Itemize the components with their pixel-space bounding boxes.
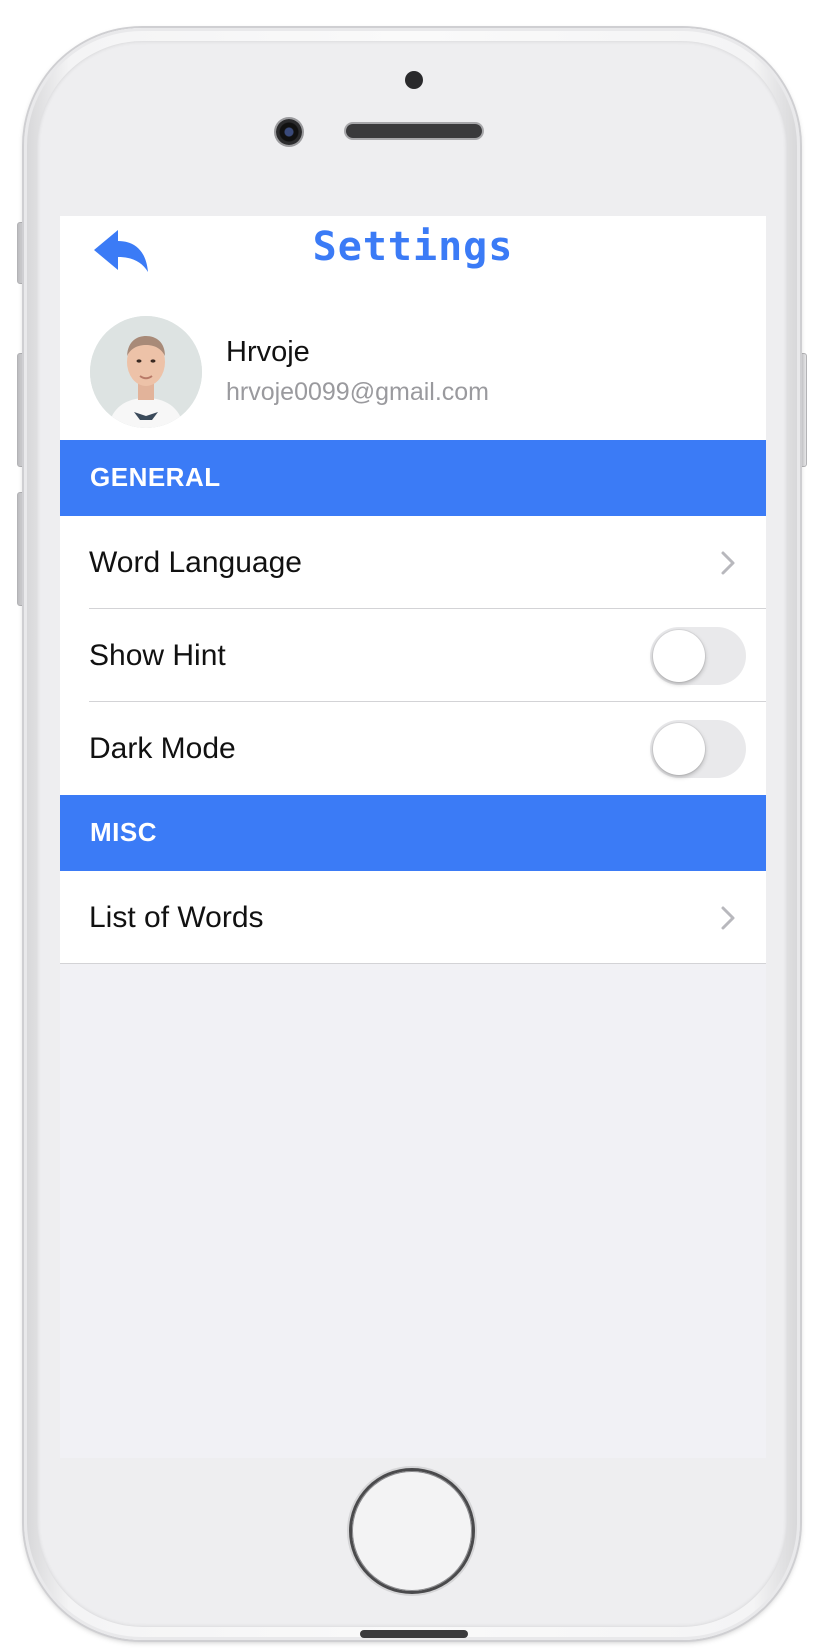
row-label: Dark Mode	[89, 732, 236, 765]
row-list-of-words[interactable]: List of Words	[60, 871, 766, 964]
section-header-label: MISC	[90, 817, 157, 847]
section-header-label: GENERAL	[90, 462, 221, 492]
row-label: List of Words	[89, 901, 264, 934]
row-label: Show Hint	[89, 639, 226, 672]
proximity-sensor	[405, 71, 423, 89]
navigation-bar: Settings	[60, 216, 766, 286]
profile-card[interactable]: Hrvoje hrvoje0099@gmail.com	[60, 286, 766, 464]
profile-email: hrvoje0099@gmail.com	[226, 378, 490, 406]
row-word-language[interactable]: Word Language	[60, 516, 766, 609]
profile-name: Hrvoje	[226, 336, 310, 368]
show-hint-toggle[interactable]	[650, 627, 746, 685]
chevron-right-icon	[721, 551, 735, 575]
home-button[interactable]	[352, 1471, 472, 1591]
settings-screen: Settings Hrvoje hrvoje0099@gmail.com GEN…	[60, 216, 766, 1458]
avatar	[90, 316, 202, 428]
section-header-misc: MISC	[60, 795, 766, 871]
row-label: Word Language	[89, 546, 302, 579]
row-dark-mode: Dark Mode	[60, 702, 766, 795]
row-divider	[60, 963, 766, 964]
toggle-knob	[653, 630, 705, 682]
avatar-photo	[90, 316, 202, 428]
earpiece-speaker	[346, 124, 482, 138]
toggle-knob	[653, 723, 705, 775]
row-show-hint: Show Hint	[60, 609, 766, 702]
bottom-connector	[360, 1630, 468, 1638]
section-header-general: GENERAL	[60, 440, 766, 516]
device-frame: Settings Hrvoje hrvoje0099@gmail.com GEN…	[0, 0, 822, 1651]
page-title: Settings	[312, 224, 514, 270]
dark-mode-toggle[interactable]	[650, 720, 746, 778]
front-camera	[276, 119, 302, 145]
chevron-right-icon	[721, 906, 735, 930]
